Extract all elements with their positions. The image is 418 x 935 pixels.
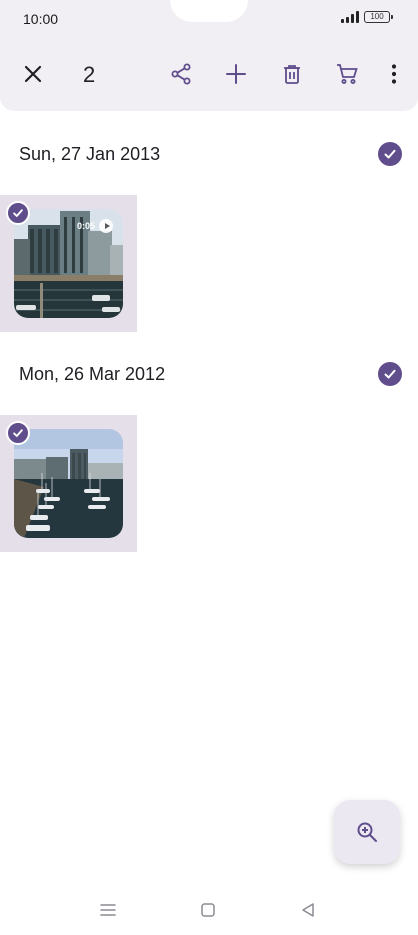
date-section-header: Sun, 27 Jan 2013 (0, 134, 418, 174)
camera-notch (170, 0, 248, 22)
video-duration: 0:05 (77, 221, 96, 231)
home-button[interactable] (196, 898, 220, 922)
status-time: 10:00 (23, 11, 59, 27)
close-button[interactable] (18, 59, 48, 89)
add-icon (226, 64, 246, 84)
share-icon (171, 63, 191, 85)
status-bar: 10:00 100 (0, 0, 418, 38)
add-button[interactable] (221, 59, 251, 89)
back-button[interactable] (296, 898, 320, 922)
system-navigation-bar (0, 888, 418, 935)
check-icon (13, 209, 23, 217)
photo-thumbnail[interactable] (0, 415, 137, 552)
check-icon (13, 429, 23, 437)
battery-icon: 100 (364, 11, 393, 23)
zoom-in-icon (357, 822, 377, 842)
more-options-button[interactable] (379, 59, 409, 89)
home-icon (201, 903, 215, 917)
close-icon (24, 65, 42, 83)
section-date: Sun, 27 Jan 2013 (19, 144, 161, 164)
video-thumbnail[interactable]: 0:05 (0, 195, 137, 332)
selected-count: 2 (83, 62, 96, 87)
section-date: Mon, 26 Mar 2012 (19, 364, 166, 384)
selected-check[interactable] (6, 421, 30, 445)
date-section-header: Mon, 26 Mar 2012 (0, 354, 418, 394)
zoom-button[interactable] (334, 800, 400, 864)
signal-icon (341, 11, 359, 23)
selected-check[interactable] (6, 201, 30, 225)
shopping-cart-icon (337, 64, 358, 84)
shop-button[interactable] (332, 59, 362, 89)
check-icon (384, 149, 396, 159)
select-all-checkbox[interactable] (378, 362, 402, 386)
play-icon (99, 219, 114, 233)
selection-toolbar: 2 (0, 38, 418, 111)
delete-button[interactable] (277, 59, 307, 89)
recent-apps-button[interactable] (96, 898, 120, 922)
back-icon (302, 903, 314, 917)
system-icons: 100 (341, 11, 393, 23)
select-all-checkbox[interactable] (378, 142, 402, 166)
check-icon (384, 369, 396, 379)
more-vert-icon (391, 64, 397, 84)
delete-icon (284, 65, 300, 84)
photo-preview-image (14, 429, 123, 538)
video-duration-badge: 0:05 (77, 219, 114, 233)
share-button[interactable] (166, 59, 196, 89)
menu-icon (100, 904, 116, 916)
